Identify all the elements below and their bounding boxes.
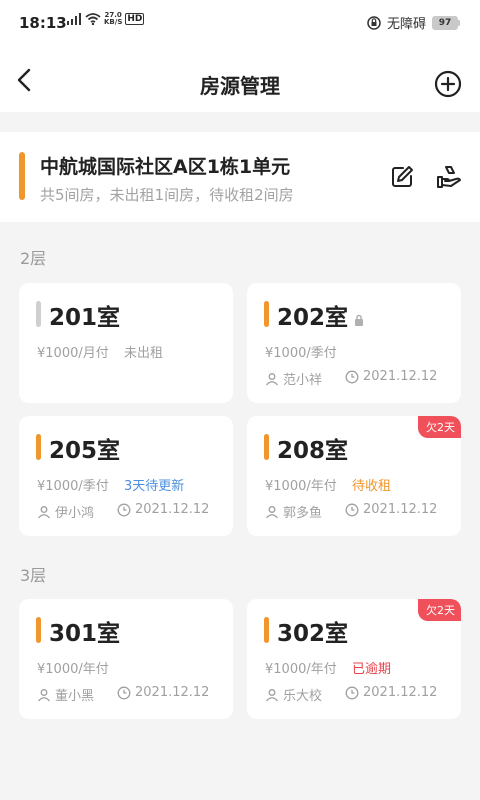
status-icons: 27.0 KB/S HD [66, 12, 145, 26]
add-circle-icon[interactable] [434, 70, 462, 98]
room-accent-bar [264, 301, 269, 327]
room-price: ¥1000/年付 [37, 662, 109, 677]
room-tenant: 郭多鱼 [265, 502, 322, 521]
battery: 97 [432, 15, 460, 30]
tenant-name: 伊小鸿 [55, 506, 95, 521]
room-accent-bar [36, 617, 41, 643]
room-tenant: 乐大校 [265, 685, 322, 704]
room-card-205[interactable]: 205室 ¥1000/季付 3天待更新 伊小鸿 2021.12.12 [19, 416, 233, 536]
room-accent-bar [264, 617, 269, 643]
room-status: 待收租 [352, 479, 392, 494]
clock-icon [345, 370, 359, 383]
room-date: 2021.12.12 [345, 502, 437, 517]
user-icon [266, 688, 278, 701]
property-summary: 共5间房，未出租1间房，待收租2间房 [40, 186, 294, 204]
battery-cap [458, 19, 460, 26]
room-card-302[interactable]: 欠2天 302室 ¥1000/年付 已逾期 乐大校 2021.12.12 [247, 599, 461, 719]
room-date-text: 2021.12.12 [135, 685, 210, 700]
room-date-text: 2021.12.12 [363, 369, 438, 384]
room-accent-bar [36, 301, 41, 327]
room-tenant: 伊小鸿 [37, 502, 94, 521]
room-date-text: 2021.12.12 [363, 502, 438, 517]
room-status: 3天待更新 [124, 479, 185, 494]
room-status: 未出租 [124, 346, 164, 361]
hd-indicator: HD [125, 13, 145, 25]
room-date-text: 2021.12.12 [363, 685, 438, 700]
floor-label: 2层 [20, 249, 47, 268]
signal-icon [67, 13, 81, 25]
accessibility-label: 无障碍 [386, 17, 426, 32]
property-accent-bar [19, 152, 25, 200]
accessibility-icon [367, 15, 381, 30]
clock-icon [117, 503, 131, 516]
room-name: 301室 [49, 621, 121, 647]
user-icon [266, 505, 278, 518]
clock-icon [345, 503, 359, 516]
room-price: ¥1000/年付 [265, 662, 337, 677]
room-price: ¥1000/季付 [37, 479, 109, 494]
wifi-icon [85, 13, 101, 25]
status-bar: 18:13 27.0 KB/S HD 无障碍 97 [0, 0, 480, 46]
net-speed: 27.0 KB/S [104, 12, 122, 26]
tenant-name: 董小黑 [55, 689, 95, 704]
room-name: 202室 [277, 305, 349, 331]
room-price: ¥1000/季付 [265, 346, 337, 361]
status-right: 无障碍 97 [367, 13, 460, 32]
room-card-208[interactable]: 欠2天 208室 ¥1000/年付 待收租 郭多鱼 2021.12.12 [247, 416, 461, 536]
lock-icon [355, 314, 363, 326]
room-card-301[interactable]: 301室 ¥1000/年付 董小黑 2021.12.12 [19, 599, 233, 719]
overdue-badge: 欠2天 [418, 416, 461, 438]
property-name: 中航城国际社区A区1栋1单元 [40, 156, 291, 178]
room-tenant: 董小黑 [37, 685, 94, 704]
room-name: 208室 [277, 438, 349, 464]
room-date: 2021.12.12 [117, 685, 209, 700]
room-tenant: 范小祥 [265, 369, 322, 388]
user-icon [266, 372, 278, 385]
room-name: 302室 [277, 621, 349, 647]
room-date: 2021.12.12 [117, 502, 209, 517]
property-header: 中航城国际社区A区1栋1单元 共5间房，未出租1间房，待收租2间房 [0, 132, 480, 222]
room-accent-bar [264, 434, 269, 460]
tenant-name: 范小祥 [283, 373, 323, 388]
room-card-202[interactable]: 202室 ¥1000/季付 范小祥 2021.12.12 [247, 283, 461, 403]
tenant-name: 郭多鱼 [283, 506, 323, 521]
room-price: ¥1000/年付 [265, 479, 337, 494]
room-price: ¥1000/月付 [37, 346, 109, 361]
net-speed-unit: KB/S [104, 18, 123, 26]
tenant-name: 乐大校 [283, 689, 323, 704]
room-date: 2021.12.12 [345, 685, 437, 700]
edit-icon[interactable] [389, 164, 415, 190]
room-name: 205室 [49, 438, 121, 464]
clock-icon [345, 686, 359, 699]
room-date: 2021.12.12 [345, 369, 437, 384]
room-name: 201室 [49, 305, 121, 331]
battery-level: 97 [432, 15, 458, 30]
room-accent-bar [36, 434, 41, 460]
nav-bar: 房源管理 [0, 46, 480, 112]
user-icon [38, 688, 50, 701]
page-title: 房源管理 [200, 74, 280, 98]
room-card-201[interactable]: 201室 ¥1000/月付 未出租 [19, 283, 233, 403]
collect-rent-icon[interactable] [436, 164, 464, 190]
overdue-badge: 欠2天 [418, 599, 461, 621]
status-time: 18:13 [19, 14, 67, 32]
user-icon [38, 505, 50, 518]
room-date-text: 2021.12.12 [135, 502, 210, 517]
floor-label: 3层 [20, 566, 47, 585]
clock-icon [117, 686, 131, 699]
room-status: 已逾期 [352, 662, 392, 677]
